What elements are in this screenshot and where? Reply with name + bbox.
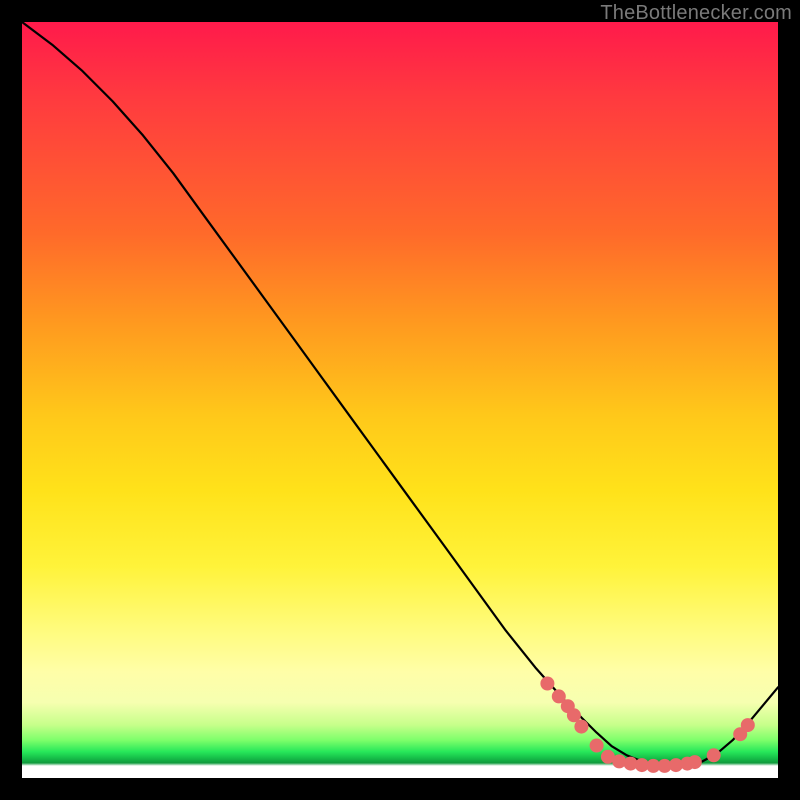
bottleneck-curve bbox=[22, 22, 778, 766]
chart-stage: TheBottlenecker.com bbox=[0, 0, 800, 800]
curve-marker bbox=[540, 677, 554, 691]
curve-marker bbox=[590, 739, 604, 753]
curve-marker bbox=[707, 748, 721, 762]
curve-marker bbox=[741, 718, 755, 732]
plot-area bbox=[22, 22, 778, 778]
curve-svg bbox=[22, 22, 778, 778]
curve-marker bbox=[574, 720, 588, 734]
curve-markers bbox=[540, 677, 754, 773]
attribution-label: TheBottlenecker.com bbox=[600, 2, 792, 25]
curve-marker bbox=[688, 755, 702, 769]
